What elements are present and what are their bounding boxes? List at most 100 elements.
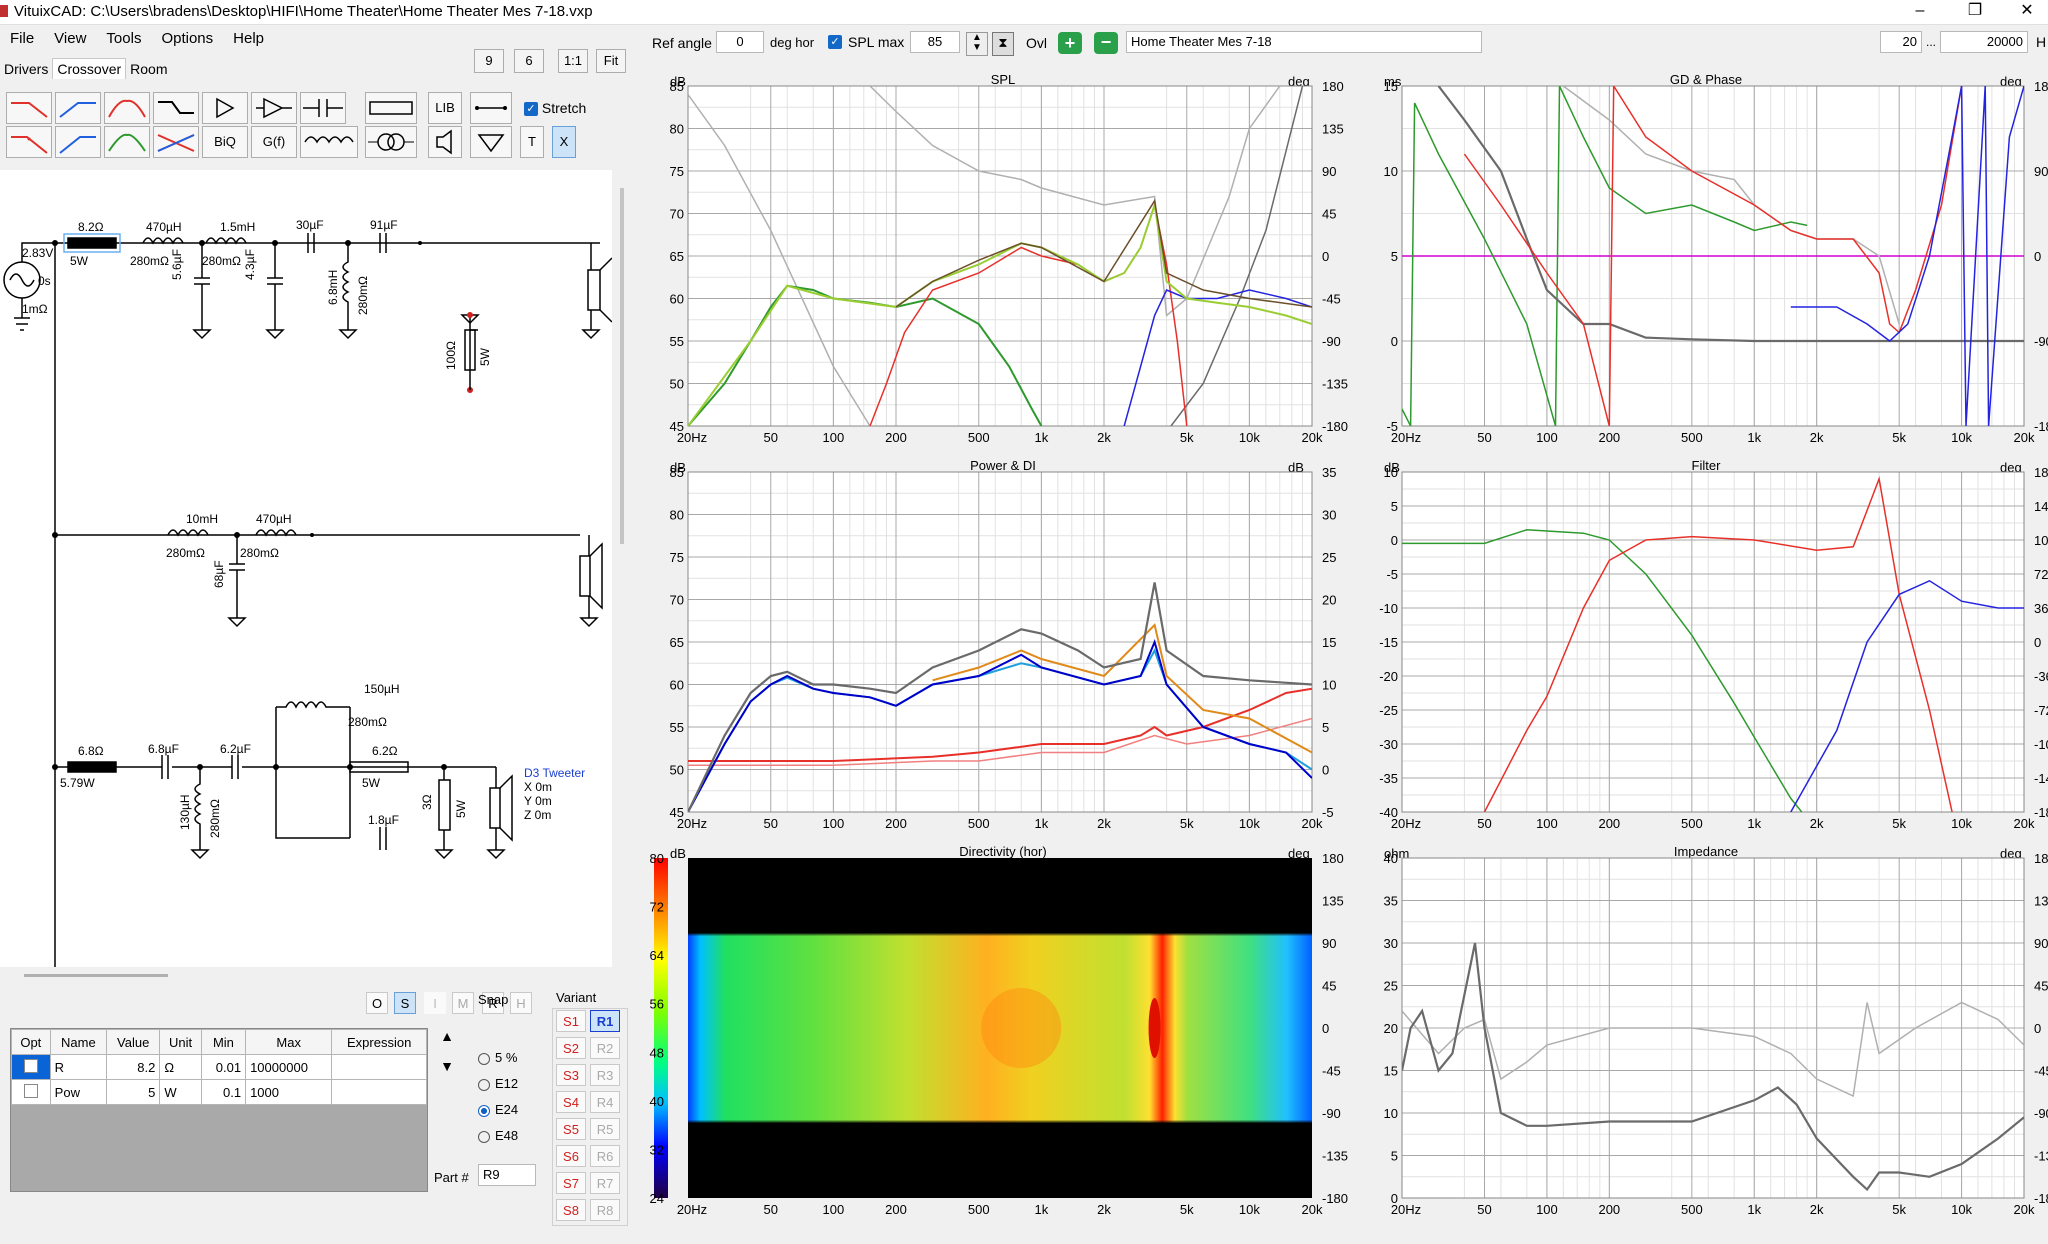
left-tick-label: 5 (1391, 249, 1398, 264)
tab-room[interactable]: Room (126, 59, 171, 79)
variant-r1-button[interactable]: R1 (590, 1010, 620, 1032)
inductor-icon[interactable] (300, 126, 358, 158)
menu-tools[interactable]: Tools (96, 28, 151, 49)
stretch-checkbox[interactable]: ✓ Stretch (524, 100, 586, 117)
resistor-icon[interactable] (365, 92, 417, 124)
minimize-icon[interactable]: – (1897, 0, 1943, 24)
transformer-icon[interactable] (365, 126, 417, 158)
opt-checkbox[interactable] (23, 1058, 38, 1073)
move-up-icon[interactable]: ▲ (436, 1028, 458, 1048)
table-row[interactable]: Pow 5 W 0.1 1000 (11, 1079, 427, 1105)
ref-angle-input[interactable]: 0 (716, 31, 764, 53)
variant-r5-button[interactable]: R5 (590, 1118, 620, 1140)
b2-l1-label: 10mH (186, 512, 219, 526)
part-input[interactable]: R9 (478, 1164, 536, 1186)
variant-s7-button[interactable]: S7 (556, 1172, 586, 1194)
spl-max-input[interactable]: 85 (910, 31, 960, 53)
variant-r3-button[interactable]: R3 (590, 1064, 620, 1086)
snap-e12-radio[interactable]: E12 (478, 1076, 518, 1091)
remove-overlay-icon[interactable]: − (1094, 32, 1118, 54)
freq-max-input[interactable]: 20000 (1940, 31, 2028, 53)
mode-o-button[interactable]: O (366, 992, 388, 1014)
add-overlay-icon[interactable]: + (1058, 32, 1082, 54)
mode-h-button[interactable]: H (510, 992, 532, 1014)
variant-r4-button[interactable]: R4 (590, 1091, 620, 1113)
opamp-icon[interactable] (251, 92, 297, 124)
variant-r8-button[interactable]: R8 (590, 1199, 620, 1221)
spl-max-check-icon[interactable]: ✓ (828, 35, 842, 49)
variant-s6-button[interactable]: S6 (556, 1145, 586, 1167)
spl-max-label: SPL max (848, 34, 905, 50)
variant-s5-button[interactable]: S5 (556, 1118, 586, 1140)
peak-icon[interactable] (104, 126, 150, 158)
shelf-icon[interactable] (153, 92, 199, 124)
variant-r2-button[interactable]: R2 (590, 1037, 620, 1059)
library-button[interactable]: LIB (428, 92, 462, 124)
snap-e24-radio[interactable]: E24 (478, 1102, 518, 1117)
directivity-plot-panel[interactable]: Directivity (hor) dB deg 20Hz 50 100 200 500 1k 2… (648, 842, 1358, 1222)
right-tick-label: 180 (1322, 79, 1344, 94)
snap-e48-radio[interactable]: E48 (478, 1128, 518, 1143)
freq-tick-label: 10k (1239, 430, 1260, 445)
right-tick-label: -36 (2034, 669, 2048, 684)
power-plot-panel[interactable]: Power & DI dB dB 20Hz 50 100 200 500 1k 2k 5k 10k 20… (648, 456, 1358, 836)
mode-s-button[interactable]: S (394, 992, 416, 1014)
freq-tick-label: 50 (764, 1202, 778, 1217)
restore-icon[interactable]: ❐ (1952, 0, 1998, 24)
highpass-1-icon[interactable] (55, 92, 101, 124)
gd-plot-panel[interactable]: GD & Phase ms deg 20Hz 50 100 200 500 1k 2k 5k 10k 2… (1364, 70, 2048, 450)
project-name-field[interactable]: Home Theater Mes 7-18 (1126, 31, 1482, 53)
spl-spinner-icon[interactable]: ▲ ▼ (966, 32, 988, 56)
lowpass-1-icon[interactable] (6, 92, 52, 124)
lowpass-2-icon[interactable] (6, 126, 52, 158)
variant-r6-button[interactable]: R6 (590, 1145, 620, 1167)
zoom-9-button[interactable]: 9 (474, 49, 504, 73)
text-tool-button[interactable]: T (520, 126, 544, 158)
highpass-2-icon[interactable] (55, 126, 101, 158)
zoom-6-button[interactable]: 6 (514, 49, 544, 73)
variant-s4-button[interactable]: S4 (556, 1091, 586, 1113)
variant-s1-button[interactable]: S1 (556, 1010, 586, 1032)
tab-drivers[interactable]: Drivers (0, 59, 52, 79)
capacitor-icon[interactable] (300, 92, 346, 124)
buffer-icon[interactable] (202, 92, 248, 124)
spl-fit-icon[interactable]: ⧗ (992, 32, 1014, 56)
ground-icon[interactable] (470, 126, 512, 158)
impedance-plot-panel[interactable]: Impedance ohm deg 20Hz 50 100 200 500 1k 2k 5k 10k 2… (1364, 842, 2048, 1222)
tab-crossover[interactable]: Crossover (52, 58, 127, 79)
zoom-fit-button[interactable]: Fit (596, 49, 626, 73)
menu-help[interactable]: Help (223, 28, 274, 49)
spl-plot-panel[interactable]: SPL dB deg 20Hz 50 100 200 500 1k 2k 5k 10k 20k 85 80 7… (648, 70, 1358, 450)
biquad-button[interactable]: BiQ (202, 126, 248, 158)
left-tick-label: -40 (1379, 805, 1398, 820)
tweeter-name-label[interactable]: D3 Tweeter (524, 766, 585, 780)
schematic-vscrollbar[interactable] (620, 188, 624, 544)
b3-l-par-label: 150µH (364, 682, 400, 696)
opt-checkbox[interactable] (23, 1083, 38, 1098)
move-down-icon[interactable]: ▼ (436, 1058, 458, 1078)
wire-icon[interactable] (470, 92, 512, 124)
mode-m-button[interactable]: M (452, 992, 474, 1014)
variant-s8-button[interactable]: S8 (556, 1199, 586, 1221)
bandpass-icon[interactable] (104, 92, 150, 124)
filter-plot-panel[interactable]: Filter dB deg 20Hz 50 100 200 500 1k 2k 5k 10k 20k 10… (1364, 456, 2048, 836)
zoom-1to1-button[interactable]: 1:1 (558, 49, 588, 73)
schematic-hscrollbar[interactable] (24, 974, 168, 977)
right-tick-label: 25 (1322, 550, 1336, 565)
delete-tool-button[interactable]: X (552, 126, 576, 158)
variant-r7-button[interactable]: R7 (590, 1172, 620, 1194)
driver-icon[interactable] (428, 126, 462, 158)
snap-5pct-radio[interactable]: 5 % (478, 1050, 517, 1065)
variant-s3-button[interactable]: S3 (556, 1064, 586, 1086)
menu-options[interactable]: Options (151, 28, 223, 49)
variant-s2-button[interactable]: S2 (556, 1037, 586, 1059)
mode-i-button[interactable]: I (424, 992, 446, 1014)
transfer-function-button[interactable]: G(f) (251, 126, 297, 158)
notch-icon[interactable] (153, 126, 199, 158)
schematic-canvas[interactable]: 2.83V 0s 1mΩ 8.2Ω 5W 470µH 280mΩ 1.5mH 2… (0, 170, 612, 967)
close-icon[interactable]: ✕ (2004, 0, 2048, 24)
freq-min-input[interactable]: 20 (1880, 31, 1922, 53)
menu-file[interactable]: File (0, 28, 44, 49)
table-row[interactable]: R 8.2 Ω 0.01 10000000 (11, 1054, 427, 1080)
menu-view[interactable]: View (44, 28, 96, 49)
